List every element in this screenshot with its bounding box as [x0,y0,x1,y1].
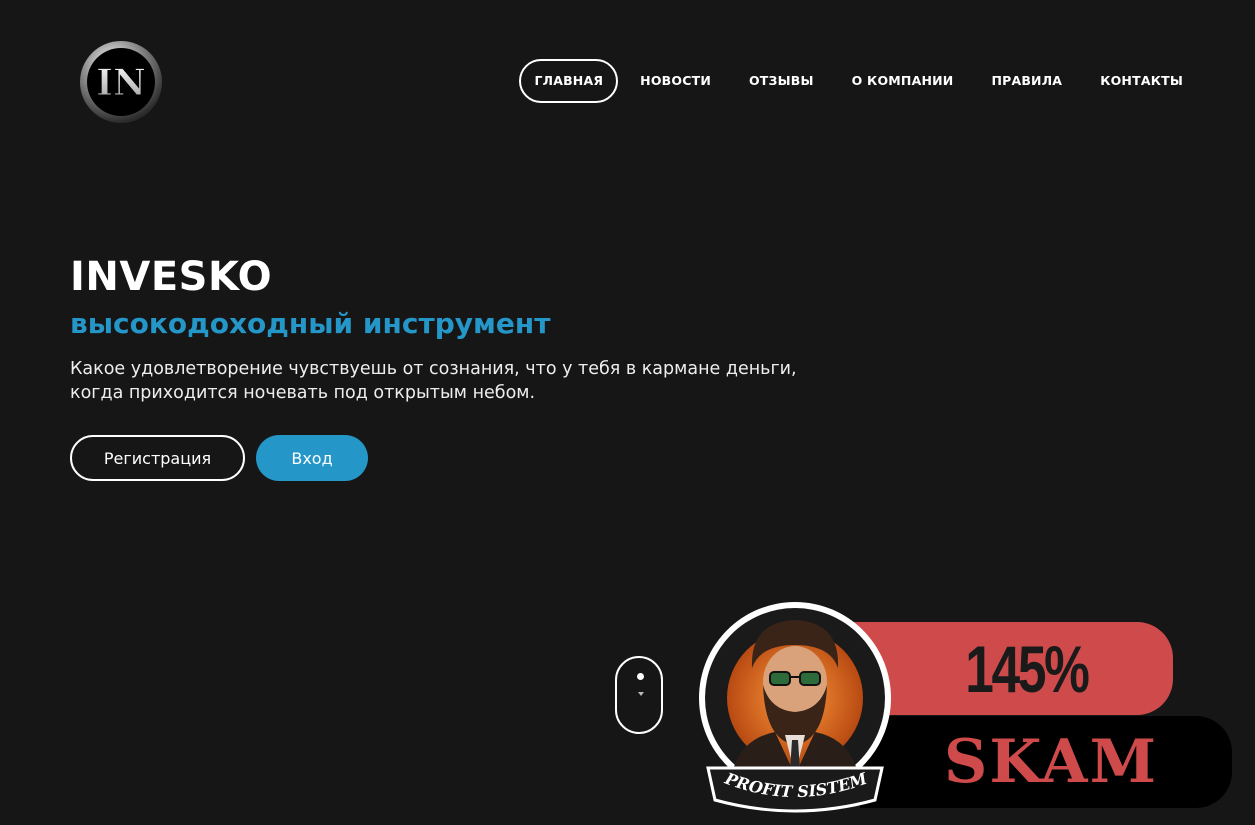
nav-item-rules[interactable]: ПРАВИЛА [975,59,1078,103]
profit-sistem-avatar-icon: PROFIT SISTEM [699,602,891,813]
svg-text:IN: IN [96,62,146,104]
scroll-arrow-icon [638,692,644,696]
scroll-dot [637,673,644,680]
nav-item-contacts[interactable]: КОНТАКТЫ [1084,59,1199,103]
nav-item-about[interactable]: О КОМПАНИИ [836,59,970,103]
main-nav: ГЛАВНАЯ НОВОСТИ ОТЗЫВЫ О КОМПАНИИ ПРАВИЛ… [513,59,1199,103]
login-button[interactable]: Вход [256,435,368,481]
nav-item-home[interactable]: ГЛАВНАЯ [519,59,619,103]
register-button[interactable]: Регистрация [70,435,245,481]
nav-item-reviews[interactable]: ОТЗЫВЫ [733,59,830,103]
nav-item-news[interactable]: НОВОСТИ [624,59,727,103]
in-logo-icon[interactable]: IN [78,40,164,124]
skam-banner: SKAM [860,716,1232,808]
hero-description: Какое удовлетворение чувствуешь от созна… [70,357,830,405]
hero-description-line-1: Какое удовлетворение чувствуешь от созна… [70,359,797,379]
page: IN ГЛАВНАЯ НОВОСТИ ОТЗЫВЫ О КОМПАНИИ ПРА… [0,0,1255,825]
hero-subtitle: высокодоходный инструмент [70,307,551,340]
skam-label: SKAM [943,727,1158,797]
scroll-down-icon[interactable] [615,656,663,734]
hero-description-line-2: когда приходится ночевать под открытым н… [70,383,536,403]
hero-title: INVESKO [70,254,273,300]
percent-label: 145% [965,631,1090,706]
